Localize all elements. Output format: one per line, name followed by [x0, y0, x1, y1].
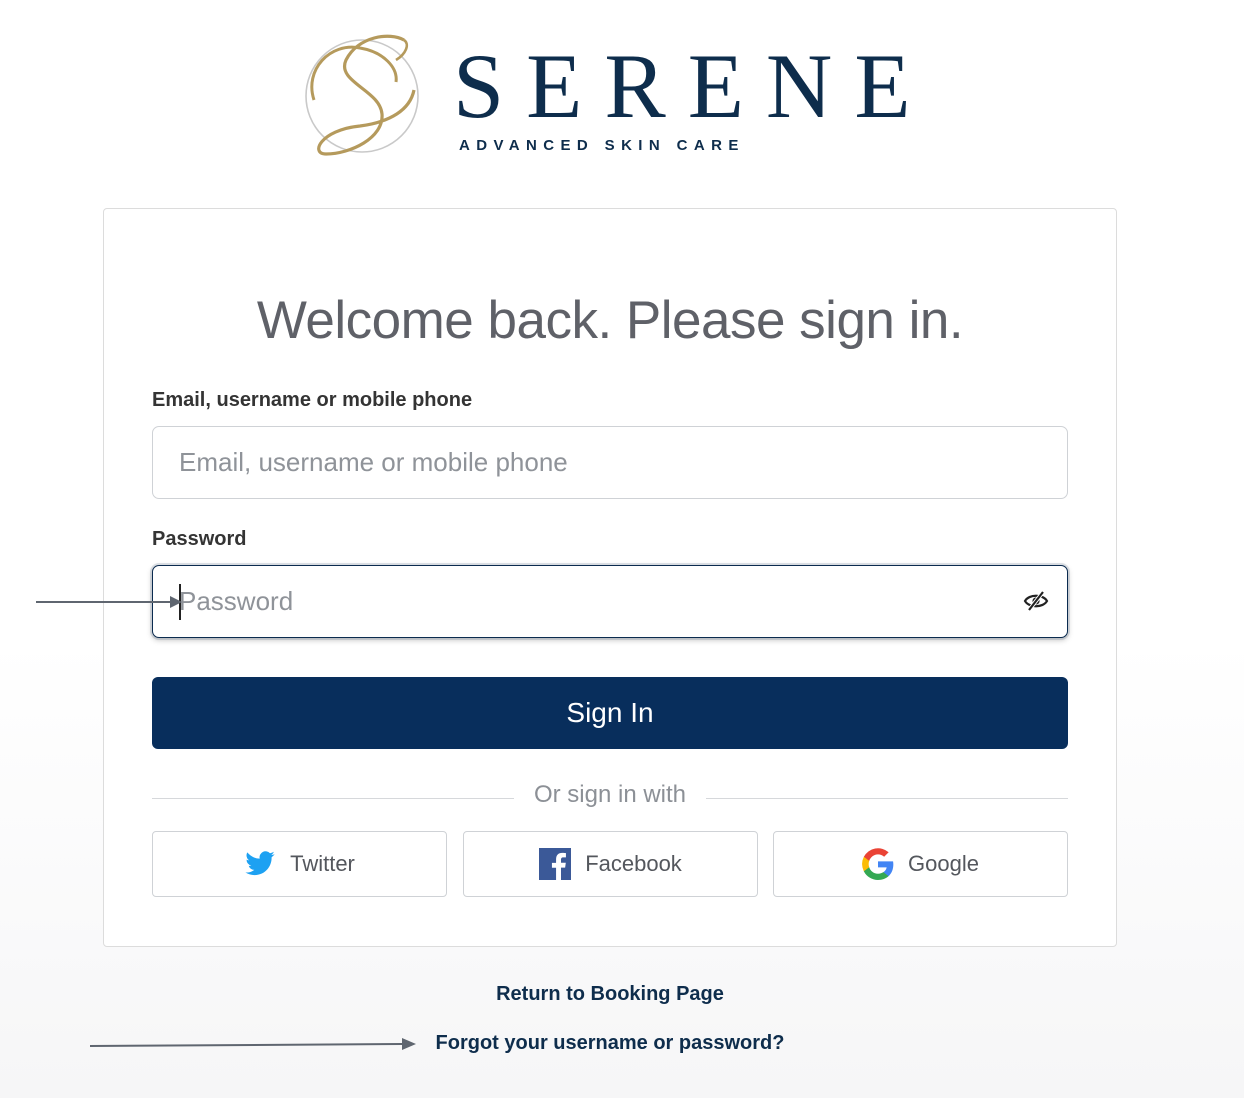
- annotation-arrow-forgot: [90, 1038, 416, 1050]
- password-placeholder: Password: [179, 586, 294, 616]
- email-field[interactable]: Email, username or mobile phone: [152, 426, 1068, 499]
- twitter-icon: [245, 851, 275, 876]
- google-button[interactable]: Google: [773, 831, 1068, 897]
- password-field[interactable]: Password: [152, 565, 1068, 638]
- divider-text: Or sign in with: [533, 781, 687, 808]
- facebook-icon: [539, 848, 572, 880]
- email-label: Email, username or mobile phone: [152, 389, 473, 411]
- google-icon: [862, 848, 894, 880]
- email-placeholder: Email, username or mobile phone: [179, 447, 568, 477]
- twitter-button[interactable]: Twitter: [152, 831, 447, 897]
- facebook-button[interactable]: Facebook: [463, 831, 758, 897]
- divider-right: [706, 798, 1068, 799]
- eye-slash-icon[interactable]: [1023, 590, 1049, 612]
- logo-s-mark-icon: [305, 34, 419, 156]
- sign-in-button[interactable]: Sign In: [152, 677, 1068, 749]
- google-label: Google: [908, 851, 979, 876]
- password-label: Password: [152, 528, 247, 550]
- brand-logo: SERENE ADVANCED SKIN CARE: [300, 30, 940, 165]
- twitter-label: Twitter: [290, 851, 355, 876]
- return-to-booking-link[interactable]: Return to Booking Page: [0, 983, 1220, 1006]
- facebook-label: Facebook: [585, 851, 682, 876]
- brand-name: SERENE: [453, 35, 933, 137]
- divider-left: [152, 798, 514, 799]
- annotation-arrow-password: [36, 596, 182, 608]
- page-title: Welcome back. Please sign in.: [256, 291, 964, 350]
- brand-tagline: ADVANCED SKIN CARE: [459, 137, 745, 154]
